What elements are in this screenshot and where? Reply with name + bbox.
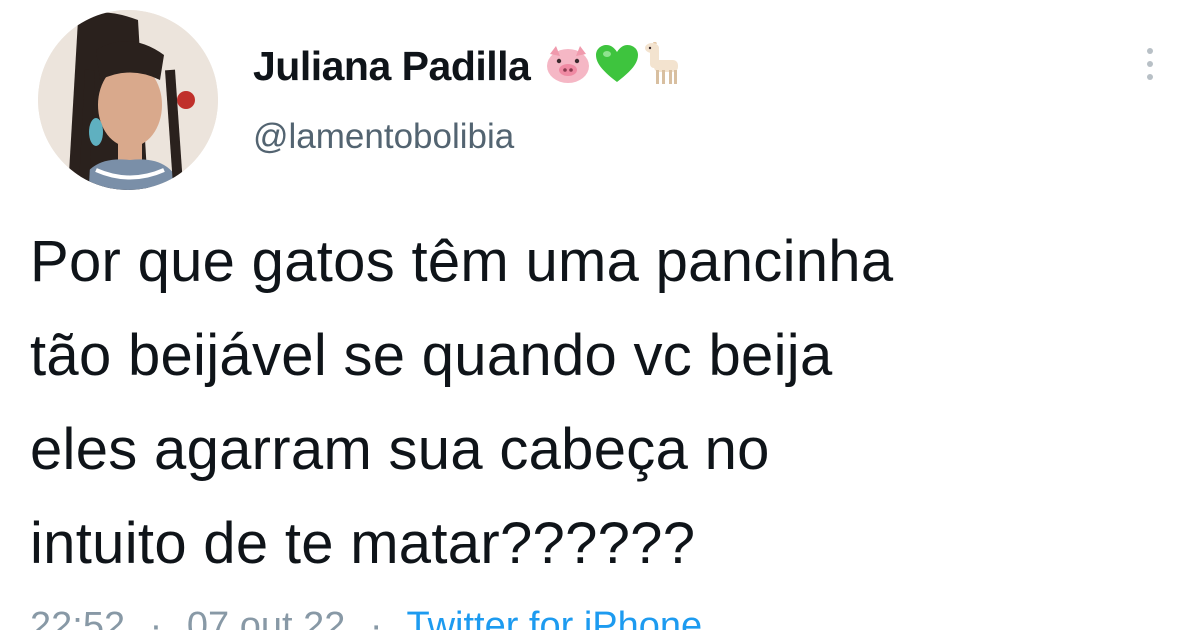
tweet-meta: 22:52 · 07 out 22 · Twitter for iPhone	[30, 605, 702, 630]
avatar-photo	[38, 10, 218, 190]
green-heart-emoji-icon	[594, 44, 640, 89]
tweet-text-line: eles agarram sua cabeça no	[30, 417, 770, 482]
name-emoji-group	[544, 38, 686, 91]
tweet-text-line: Por que gatos têm uma pancinha	[30, 229, 894, 294]
meta-separator: ·	[369, 605, 383, 630]
tweet-text-line: tão beijável se quando vc beija	[30, 323, 833, 388]
author-row: Juliana Padilla	[253, 38, 686, 92]
pig-face-emoji-icon	[544, 44, 592, 89]
tweet-source-link[interactable]: Twitter for iPhone	[406, 605, 702, 630]
meta-separator: ·	[149, 605, 163, 630]
more-dot	[1147, 48, 1153, 54]
tweet-time[interactable]: 22:52	[30, 605, 125, 630]
tweet-date[interactable]: 07 out 22	[187, 605, 345, 630]
author-handle[interactable]: @lamentobolibia	[253, 117, 514, 157]
more-dot	[1147, 74, 1153, 80]
tweet-text-line: intuito de te matar??????	[30, 511, 696, 576]
tweet-text: Por que gatos têm uma pancinha tão beijá…	[30, 215, 1180, 591]
author-name[interactable]: Juliana Padilla	[253, 43, 531, 90]
more-dot	[1147, 61, 1153, 67]
avatar[interactable]	[38, 10, 218, 190]
llama-emoji-icon	[642, 38, 686, 91]
tweet-card: Juliana Padilla @lamentobolibia Por que …	[0, 0, 1200, 630]
more-options-icon[interactable]	[1140, 48, 1160, 88]
